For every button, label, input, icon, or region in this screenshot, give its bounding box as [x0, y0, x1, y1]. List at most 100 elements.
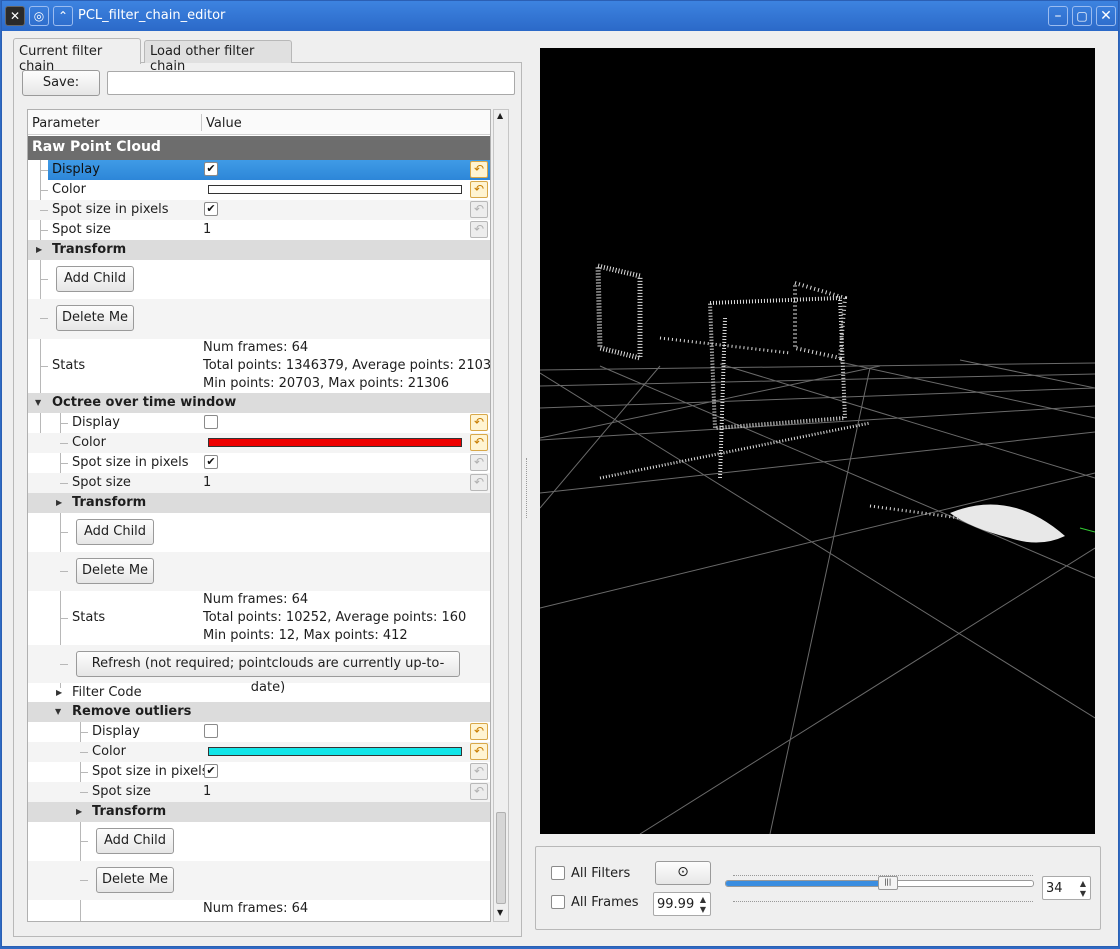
spin-up-icon[interactable]: ▲ [700, 895, 706, 904]
param-column-header[interactable]: Parameter [32, 116, 100, 131]
octree-stats-row: Stats Num frames: 64 Total points: 10252… [28, 591, 490, 645]
refresh-button[interactable]: Refresh (not required; pointclouds are c… [76, 651, 460, 695]
app-icon[interactable]: ✕ [5, 6, 25, 26]
collapse-arrow-icon[interactable]: ▼ [35, 398, 41, 407]
param-value[interactable]: 1 [203, 222, 211, 237]
reset-icon[interactable]: ↶ [470, 201, 488, 218]
outliers-stats-row: Num frames: 64 [28, 900, 490, 920]
outliers-color-row[interactable]: Color ↶ [28, 742, 490, 762]
delete-me-button[interactable]: Delete Me [96, 867, 174, 893]
spin-down-icon[interactable]: ▼ [1080, 889, 1086, 898]
expand-arrow-icon[interactable]: ▶ [56, 498, 62, 507]
all-filters-checkbox[interactable] [551, 866, 565, 880]
scroll-down-icon[interactable]: ▼ [497, 908, 503, 917]
reset-icon[interactable]: ↶ [470, 221, 488, 238]
spin-down-icon[interactable]: ▼ [700, 905, 706, 914]
expand-arrow-icon[interactable]: ▶ [56, 688, 62, 697]
param-label: Stats [72, 610, 106, 625]
add-child-button[interactable]: Add Child [96, 828, 174, 854]
raw-display-checkbox[interactable]: ✔ [204, 162, 218, 176]
tree-scrollbar[interactable]: ▲ ▼ [493, 109, 509, 922]
group-header-raw[interactable]: Raw Point Cloud [28, 136, 490, 160]
slider-handle[interactable]: ||| [877, 876, 898, 890]
collapse-arrow-icon[interactable]: ▼ [55, 707, 61, 716]
param-label: Spot size in pixels [72, 455, 189, 470]
octree-color-row[interactable]: Color ↶ [28, 433, 490, 453]
ground-grid [540, 359, 1095, 834]
octree-spotpx-row[interactable]: Spot size in pixels ✔ ↶ [28, 453, 490, 473]
group-title: Remove outliers [72, 704, 192, 719]
reset-icon[interactable]: ↶ [470, 474, 488, 491]
octree-display-row[interactable]: Display ↶ [28, 413, 490, 433]
sticky-icon[interactable]: ◎ [29, 6, 49, 26]
param-label: Color [72, 435, 106, 450]
play-button[interactable]: ⊙ [655, 861, 711, 885]
reset-icon[interactable]: ↶ [470, 743, 488, 760]
raw-color-row[interactable]: Color ↶ [28, 180, 490, 200]
frame-spinbox[interactable]: 34 ▲ ▼ [1042, 876, 1091, 900]
octree-spot-row[interactable]: Spot size 1 ↶ [28, 473, 490, 493]
octree-spotpx-checkbox[interactable]: ✔ [204, 455, 218, 469]
reset-icon[interactable]: ↶ [470, 414, 488, 431]
group-header-outliers[interactable]: ▼ Remove outliers [28, 702, 490, 722]
raw-color-swatch[interactable] [208, 185, 462, 194]
raw-spotpx-checkbox[interactable]: ✔ [204, 202, 218, 216]
octree-filtercode-row[interactable]: ▶ Filter Code [28, 683, 490, 703]
point-cloud-viewport[interactable] [540, 48, 1095, 834]
reset-icon[interactable]: ↶ [470, 763, 488, 780]
octree-display-checkbox[interactable] [204, 415, 218, 429]
raw-spotpx-row[interactable]: Spot size in pixels ✔ ↶ [28, 200, 490, 220]
outliers-display-row[interactable]: Display ↶ [28, 722, 490, 742]
value-column-header[interactable]: Value [206, 116, 242, 131]
raw-display-row[interactable]: Display ✔ ↶ [28, 160, 490, 180]
expand-arrow-icon[interactable]: ▶ [76, 807, 82, 816]
outliers-display-checkbox[interactable] [204, 724, 218, 738]
tab-load-filter-chain[interactable]: Load other filter chain [144, 40, 292, 74]
add-child-button[interactable]: Add Child [76, 519, 154, 545]
reset-icon[interactable]: ↶ [470, 161, 488, 178]
group-header-octree[interactable]: ▼ Octree over time window [28, 393, 490, 413]
maximize-button[interactable]: ▢ [1072, 6, 1092, 26]
outliers-spotpx-checkbox[interactable]: ✔ [204, 764, 218, 778]
outliers-addchild-row: Add Child [28, 822, 490, 861]
delete-me-button[interactable]: Delete Me [56, 305, 134, 331]
scroll-up-icon[interactable]: ▲ [497, 111, 503, 120]
stats-line: Num frames: 64 [203, 592, 309, 607]
fraction-spinbox[interactable]: 99.99 ▲ ▼ [653, 892, 711, 916]
filename-input[interactable] [107, 71, 515, 95]
close-button[interactable]: ✕ [1096, 6, 1116, 26]
octree-delete-row: Delete Me [28, 552, 490, 591]
octree-transform-row[interactable]: ▶ Transform [28, 493, 490, 513]
spin-up-icon[interactable]: ▲ [1080, 879, 1086, 888]
raw-transform-row[interactable]: ▶ Transform [28, 240, 490, 260]
tree-header: Parameter Value [28, 110, 490, 135]
stats-line: Min points: 12, Max points: 412 [203, 628, 408, 643]
outliers-spot-row[interactable]: Spot size 1 ↶ [28, 782, 490, 802]
delete-me-button[interactable]: Delete Me [76, 558, 154, 584]
scrollbar-thumb[interactable] [496, 812, 506, 904]
param-value[interactable]: 1 [203, 475, 211, 490]
raw-stats-row: Stats Num frames: 64 Total points: 13463… [28, 339, 490, 393]
add-child-button[interactable]: Add Child [56, 266, 134, 292]
shade-icon[interactable]: ⌃ [53, 6, 73, 26]
reset-icon[interactable]: ↶ [470, 181, 488, 198]
outliers-spotpx-row[interactable]: Spot size in pixels ✔ ↶ [28, 762, 490, 782]
param-label: Spot size [72, 475, 131, 490]
all-frames-checkbox[interactable] [551, 895, 565, 909]
reset-icon[interactable]: ↶ [470, 723, 488, 740]
all-filters-label: All Filters [571, 866, 631, 881]
param-label: Transform [92, 804, 167, 819]
minimize-button[interactable]: – [1048, 6, 1068, 26]
reset-icon[interactable]: ↶ [470, 454, 488, 471]
reset-icon[interactable]: ↶ [470, 434, 488, 451]
param-value[interactable]: 1 [203, 784, 211, 799]
expand-arrow-icon[interactable]: ▶ [36, 245, 42, 254]
param-label: Display [92, 724, 140, 739]
outliers-transform-row[interactable]: ▶ Transform [28, 802, 490, 822]
reset-icon[interactable]: ↶ [470, 783, 488, 800]
octree-color-swatch[interactable] [208, 438, 462, 447]
splitter-handle[interactable] [526, 458, 529, 518]
raw-spot-row[interactable]: Spot size 1 ↶ [28, 220, 490, 240]
tab-current-filter-chain[interactable]: Current filter chain [13, 38, 141, 74]
outliers-color-swatch[interactable] [208, 747, 462, 756]
